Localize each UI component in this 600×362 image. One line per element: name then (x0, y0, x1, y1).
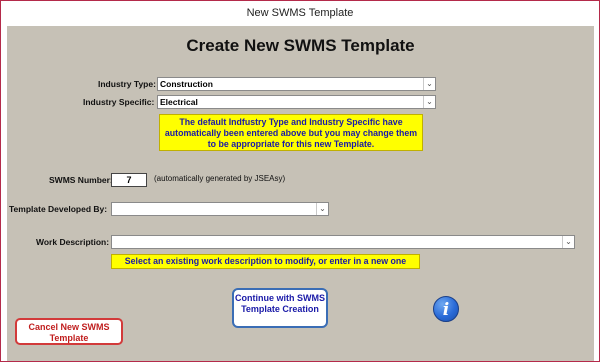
industry-specific-dropdown[interactable]: Electrical ⌄ (157, 95, 436, 109)
chevron-down-icon[interactable]: ⌄ (316, 203, 328, 215)
continue-button[interactable]: Continue with SWMS Template Creation (232, 288, 328, 328)
swms-number-label: SWMS Number: (49, 175, 113, 185)
template-developed-by-dropdown[interactable]: ⌄ (111, 202, 329, 216)
bottom-strip (7, 348, 594, 361)
swms-number-field[interactable]: 7 (111, 173, 147, 187)
industry-type-value: Construction (160, 79, 213, 89)
new-swms-template-window: New SWMS Template Create New SWMS Templa… (0, 0, 600, 362)
industry-specific-label: Industry Specific: (83, 97, 155, 107)
chevron-down-icon[interactable]: ⌄ (562, 236, 574, 248)
work-description-dropdown[interactable]: ⌄ (111, 235, 575, 249)
work-description-hint: Select an existing work description to m… (111, 254, 420, 269)
industry-type-label: Industry Type: (98, 79, 156, 89)
form-area: Create New SWMS Template Industry Type: … (7, 26, 594, 348)
form-heading: Create New SWMS Template (186, 36, 415, 55)
info-icon[interactable]: i (433, 296, 459, 322)
window-title: New SWMS Template (1, 1, 599, 25)
chevron-down-icon[interactable]: ⌄ (423, 96, 435, 108)
chevron-down-icon[interactable]: ⌄ (423, 78, 435, 90)
industry-type-dropdown[interactable]: Construction ⌄ (157, 77, 436, 91)
work-description-label: Work Description: (36, 237, 110, 247)
template-developed-by-label: Template Developed By: (9, 204, 108, 214)
cancel-button[interactable]: Cancel New SWMS Template (15, 318, 123, 345)
swms-number-note: (automatically generated by JSEAsy) (154, 174, 286, 183)
default-values-note: The default Indfustry Type and Industry … (159, 114, 423, 151)
industry-specific-value: Electrical (160, 97, 198, 107)
